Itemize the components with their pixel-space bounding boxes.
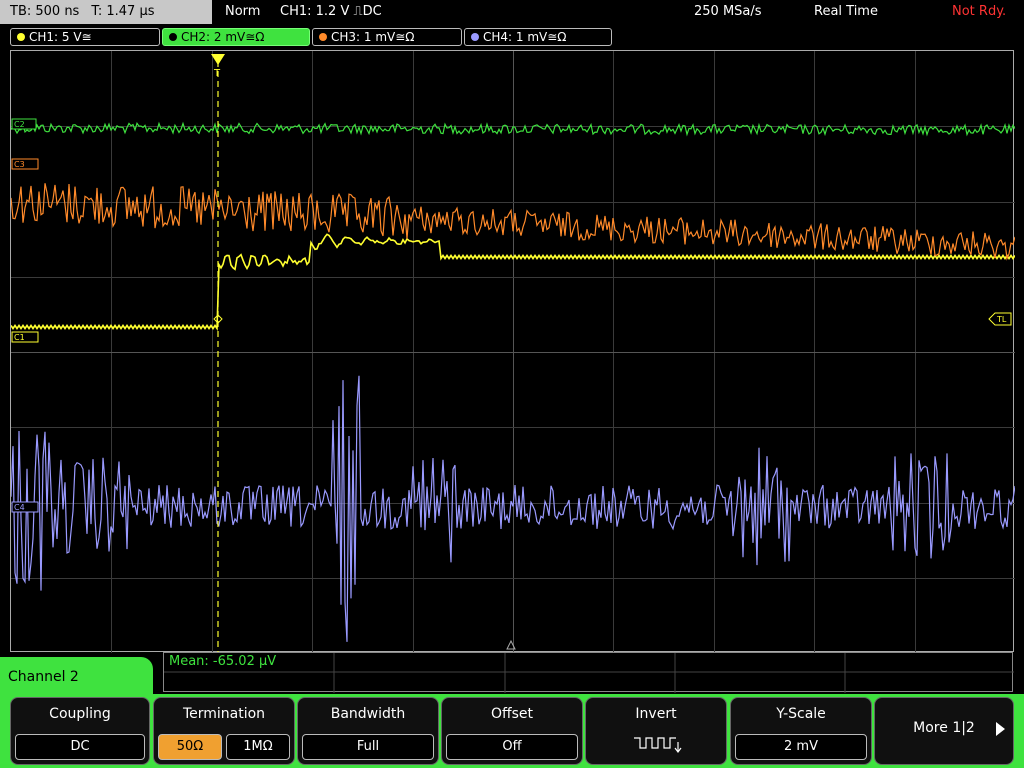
trigger-mode[interactable]: Norm — [225, 0, 260, 24]
invert-waveform-icon — [634, 737, 682, 753]
trigger-time-readout: T: 1.47 µs — [91, 4, 155, 19]
ch2-dot-icon — [169, 32, 177, 41]
more-label: More 1|2 — [913, 720, 975, 736]
ch4-dot-icon — [471, 32, 479, 41]
yscale-label: Y-Scale — [776, 706, 826, 722]
bandwidth-softkey[interactable]: Bandwidth Full — [297, 697, 439, 765]
softkey-bar: Coupling DC Termination 50Ω 1MΩ Bandwidt… — [0, 694, 1024, 768]
measurement-panel[interactable]: Mean: -65.02 µV — [163, 652, 1014, 693]
ch3-dot-icon — [319, 32, 327, 41]
termination-softkey[interactable]: Termination 50Ω 1MΩ — [153, 697, 295, 765]
offset-value[interactable]: Off — [446, 734, 578, 760]
ch2-marker-label: C2 — [14, 120, 25, 129]
offset-softkey[interactable]: Offset Off — [441, 697, 583, 765]
graticule: T C2 C3 C1 C4 TL — [11, 51, 1015, 653]
more-softkey[interactable]: More 1|2 — [874, 697, 1014, 765]
timebase-panel[interactable]: TB: 500 ns T: 1.47 µs — [0, 0, 212, 24]
termination-50ohm-option[interactable]: 50Ω — [158, 734, 222, 760]
trigger-pos-label: T — [213, 68, 221, 79]
channel-tab-4-label: CH4: 1 mV≅Ω — [483, 30, 567, 44]
termination-label: Termination — [182, 706, 266, 722]
channel-tabs: CH1: 5 V≅ CH2: 2 mV≅Ω CH3: 1 mV≅Ω CH4: 1… — [0, 26, 1024, 48]
ch4-marker-label: C4 — [14, 503, 25, 512]
channel-tab-1[interactable]: CH1: 5 V≅ — [10, 28, 160, 46]
menu-title: Channel 2 — [0, 657, 153, 697]
waveform-display[interactable]: T C2 C3 C1 C4 TL — [10, 50, 1015, 653]
yscale-value[interactable]: 2 mV — [735, 734, 867, 760]
coupling-value[interactable]: DC — [15, 734, 145, 760]
ch3-marker-label: C3 — [14, 160, 25, 169]
invert-softkey[interactable]: Invert — [585, 697, 727, 765]
timebase-readout: TB: 500 ns — [10, 4, 80, 19]
trigger-source[interactable]: CH1: 1.2 V ⎍DC — [280, 0, 382, 24]
bandwidth-label: Bandwidth — [330, 706, 406, 722]
bandwidth-value[interactable]: Full — [302, 734, 434, 760]
ch1-dot-icon — [17, 32, 25, 41]
more-arrow-icon — [996, 722, 1005, 736]
trigger-position-icon[interactable] — [211, 54, 225, 65]
channel-tab-3[interactable]: CH3: 1 mV≅Ω — [312, 28, 462, 46]
channel-tab-2-label: CH2: 2 mV≅Ω — [181, 30, 265, 44]
acquisition-status: Not Rdy. — [952, 4, 1007, 19]
invert-label: Invert — [635, 706, 677, 722]
acquisition-mode[interactable]: Real Time — [814, 0, 878, 24]
yscale-softkey[interactable]: Y-Scale 2 mV — [730, 697, 872, 765]
channel-tab-4[interactable]: CH4: 1 mV≅Ω — [464, 28, 612, 46]
coupling-softkey[interactable]: Coupling DC — [10, 697, 150, 765]
measurement-grid — [164, 653, 1014, 693]
coupling-label: Coupling — [49, 706, 111, 722]
measurement-mean: Mean: -65.02 µV — [169, 654, 277, 669]
channel-tab-1-label: CH1: 5 V≅ — [29, 30, 92, 44]
top-status-bar: TB: 500 ns T: 1.47 µs Norm CH1: 1.2 V ⎍DC… — [0, 0, 1024, 25]
channel-tab-3-label: CH3: 1 mV≅Ω — [331, 30, 415, 44]
termination-1mohm-option[interactable]: 1MΩ — [226, 734, 290, 760]
offset-label: Offset — [490, 706, 534, 722]
trigger-level-label: TL — [996, 315, 1007, 324]
sample-rate: 250 MSa/s — [694, 4, 762, 19]
channel-tab-2[interactable]: CH2: 2 mV≅Ω — [162, 28, 310, 46]
ch1-marker-label: C1 — [14, 333, 25, 342]
